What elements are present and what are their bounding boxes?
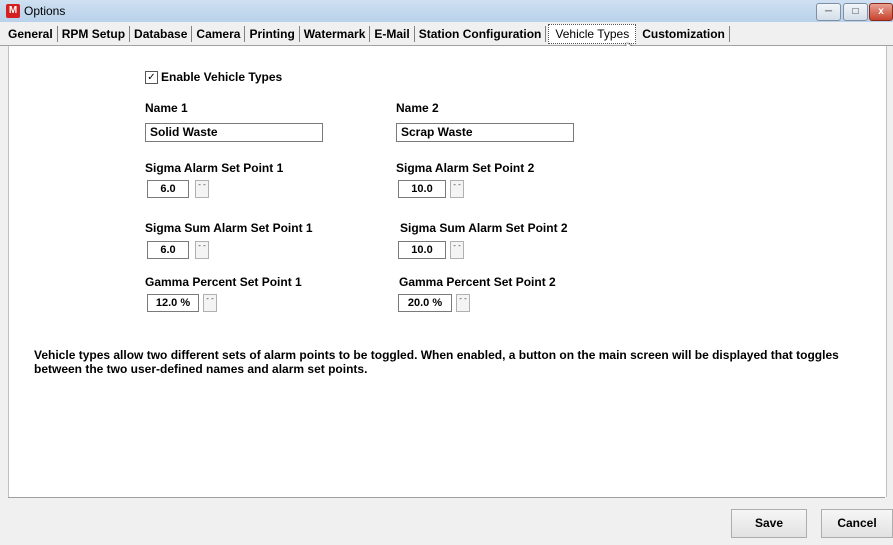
sigmasum2-label: Sigma Sum Alarm Set Point 2 <box>400 221 568 235</box>
tab-printing[interactable]: Printing <box>245 25 300 42</box>
enable-vehicle-types-label: Enable Vehicle Types <box>161 70 283 84</box>
tab-camera[interactable]: Camera <box>192 25 246 42</box>
sigma2-label: Sigma Alarm Set Point 2 <box>396 161 535 175</box>
sigmasum1-label: Sigma Sum Alarm Set Point 1 <box>145 221 313 235</box>
window-title: Options <box>24 4 66 18</box>
tab-email[interactable]: E-Mail <box>370 25 415 42</box>
gamma2-spinner[interactable]: - - <box>456 294 470 312</box>
app-logo-icon: M <box>6 4 20 18</box>
tab-station-configuration[interactable]: Station Configuration <box>415 25 547 42</box>
gamma1-label: Gamma Percent Set Point 1 <box>145 275 302 289</box>
footer-bar: Save Cancel <box>8 497 893 545</box>
name1-label: Name 1 <box>145 101 188 115</box>
description-text: Vehicle types allow two different sets o… <box>34 348 839 376</box>
vehicle-types-panel: ✓ Enable Vehicle Types Name 1 Solid Wast… <box>8 46 887 497</box>
name1-input[interactable]: Solid Waste <box>145 123 323 142</box>
sigma2-spinner[interactable]: - - <box>450 180 464 198</box>
sigma1-input[interactable]: 6.0 <box>147 180 189 198</box>
gamma2-label: Gamma Percent Set Point 2 <box>399 275 556 289</box>
tab-watermark[interactable]: Watermark <box>300 25 371 42</box>
close-button[interactable]: x <box>869 3 893 21</box>
title-bar: M Options ─ □ x <box>0 0 893 23</box>
tab-general[interactable]: General <box>4 25 58 42</box>
sigma2-input[interactable]: 10.0 <box>398 180 446 198</box>
sigmasum2-input[interactable]: 10.0 <box>398 241 446 259</box>
cancel-button[interactable]: Cancel <box>821 509 893 538</box>
tab-customization[interactable]: Customization <box>638 25 730 42</box>
gamma2-input[interactable]: 20.0 % <box>398 294 452 312</box>
tab-strip: General RPM Setup Database Camera Printi… <box>0 22 893 46</box>
sigmasum1-spinner[interactable]: - - <box>195 241 209 259</box>
tab-rpm-setup[interactable]: RPM Setup <box>58 25 131 42</box>
sigmasum2-spinner[interactable]: - - <box>450 241 464 259</box>
name2-label: Name 2 <box>396 101 439 115</box>
enable-vehicle-types-checkbox[interactable]: ✓ <box>145 71 158 84</box>
sigmasum1-input[interactable]: 6.0 <box>147 241 189 259</box>
maximize-button[interactable]: □ <box>843 3 868 21</box>
minimize-button[interactable]: ─ <box>816 3 841 21</box>
tab-database[interactable]: Database <box>130 25 193 42</box>
tab-vehicle-types[interactable]: Vehicle Types <box>548 23 637 44</box>
gamma1-input[interactable]: 12.0 % <box>147 294 199 312</box>
sigma1-label: Sigma Alarm Set Point 1 <box>145 161 284 175</box>
name2-input[interactable]: Scrap Waste <box>396 123 574 142</box>
save-button[interactable]: Save <box>731 509 807 538</box>
gamma1-spinner[interactable]: - - <box>203 294 217 312</box>
sigma1-spinner[interactable]: - - <box>195 180 209 198</box>
